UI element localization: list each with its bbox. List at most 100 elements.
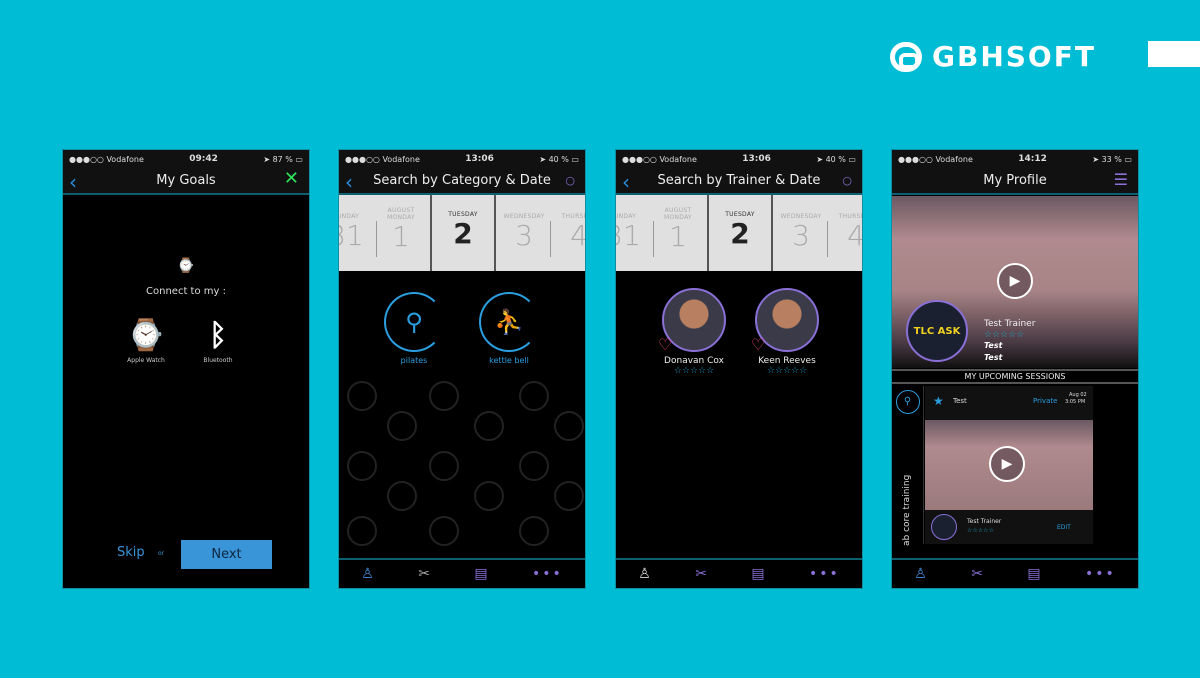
menu-icon[interactable]: ☰ (1114, 170, 1128, 189)
next-button[interactable]: Next (181, 540, 272, 569)
date-thursday[interactable]: THURSDAY4 (559, 213, 585, 271)
page-title: My Profile (983, 173, 1047, 188)
connect-label: Connect to my : (146, 286, 226, 297)
decorative-bar (1148, 41, 1200, 67)
trainer-icon[interactable]: ♙ (361, 566, 374, 582)
background-pattern (339, 271, 585, 558)
carrier: ●●●○○ Vodafone (622, 154, 697, 164)
logo-mark-icon (890, 41, 922, 72)
category-pilates[interactable]: ⚲ pilates (384, 292, 444, 365)
category-label: kettle bell (489, 356, 529, 365)
status-bar: ●●●○○ Vodafone 13:06 ➤ 40 % ▭ (616, 150, 862, 168)
gbhsoft-logo: GBHSOFT (890, 40, 1096, 73)
nav-bar: My Profile ☰ (892, 168, 1138, 195)
clock: 13:06 (742, 154, 771, 164)
skip-link[interactable]: Skip (117, 545, 145, 560)
trainer-card[interactable]: ♡ Donavan Cox ☆☆☆☆☆ (654, 288, 734, 376)
rating-stars: ☆☆☆☆☆ (673, 366, 715, 376)
status-bar: ●●●○○ Vodafone 13:06 ➤ 40 % ▭ (339, 150, 585, 168)
screen-my-goals: ●●●○○ Vodafone 09:42 ➤ 87 % ▭ ‹ My Goals… (62, 149, 310, 589)
star-icon[interactable]: ★ (933, 394, 944, 408)
trainer-icon[interactable]: ♙ (638, 566, 651, 582)
trainer-card[interactable]: ♡ Keen Reeves ☆☆☆☆☆ (747, 288, 827, 376)
kettle-bell-icon: ⛹ (479, 292, 539, 352)
upcoming-sessions-header: MY UPCOMING SESSIONS (892, 369, 1138, 384)
back-chevron-icon[interactable]: ‹ (345, 170, 353, 194)
back-chevron-icon[interactable]: ‹ (69, 170, 77, 194)
page-title: My Goals (156, 173, 216, 188)
watch-icon: ⌚ (177, 258, 195, 274)
option-label: Bluetooth (203, 357, 233, 364)
nav-bar: ‹ Search by Category & Date ○ (339, 168, 585, 195)
category-label: pilates (400, 356, 428, 365)
categories-icon[interactable]: ✂ (418, 566, 430, 582)
date-tuesday-selected[interactable]: TUESDAY 2 (709, 211, 771, 271)
search-icon[interactable]: ○ (565, 174, 575, 187)
date-monday[interactable]: AUGUST MONDAY 1 (658, 207, 698, 271)
clock: 14:12 (1018, 154, 1047, 164)
more-icon[interactable]: ••• (532, 566, 563, 582)
carrier: ●●●○○ Vodafone (898, 154, 973, 164)
page-title: Search by Trainer & Date (657, 173, 821, 188)
session-title: Test (953, 397, 967, 405)
play-icon[interactable]: ▶ (997, 263, 1033, 299)
edit-button[interactable]: EDIT (1057, 524, 1071, 531)
tab-bar: ♙ ✂ ▤ ••• (892, 558, 1138, 588)
or-label: or (158, 550, 165, 557)
date-monday[interactable]: AUGUST MONDAY 1 (381, 207, 421, 271)
calendar-icon[interactable]: ▤ (1027, 566, 1040, 582)
option-label: Apple Watch (127, 357, 165, 364)
date-picker: SUNDAY31 AUGUSTMONDAY1 TUESDAY2 WEDNESDA… (339, 195, 585, 271)
category-kettle-bell[interactable]: ⛹ kettle bell (479, 292, 539, 365)
profile-name: Test Trainer (984, 319, 1036, 329)
trainer-icon[interactable]: ♙ (914, 566, 927, 582)
nav-bar: ‹ My Goals ✕ (63, 168, 309, 195)
bluetooth-option[interactable]: ᛒ Bluetooth (193, 318, 243, 364)
date-sunday[interactable]: SUNDAY31 (616, 213, 648, 271)
rating-stars: ☆☆☆☆☆ (766, 366, 808, 376)
session-date: Aug 02 (1069, 392, 1087, 398)
clock: 09:42 (189, 154, 218, 164)
profile-line-1: Test (984, 341, 1003, 350)
search-icon[interactable]: ○ (842, 174, 852, 187)
apple-watch-icon: ⌚ (127, 318, 165, 353)
play-icon[interactable]: ▶ (989, 446, 1025, 482)
date-wednesday[interactable]: WEDNESDAY 3 (776, 213, 826, 271)
trainer-name: Donavan Cox (664, 356, 724, 366)
session-video[interactable]: ▶ (925, 420, 1093, 510)
categories-icon[interactable]: ✂ (971, 566, 983, 582)
tab-bar: ♙ ✂ ▤ ••• (616, 558, 862, 588)
trainer-avatar: ♡ (751, 288, 819, 354)
trainer-name: Keen Reeves (758, 356, 816, 366)
profile-video[interactable]: ▶ TLC ASK Test Trainer ☆☆☆☆☆ Test Test (892, 196, 1138, 368)
categories-icon[interactable]: ✂ (695, 566, 707, 582)
more-icon[interactable]: ••• (1085, 566, 1116, 582)
calendar-icon[interactable]: ▤ (751, 566, 764, 582)
close-icon[interactable]: ✕ (284, 168, 299, 189)
category-icon: ⚲ (895, 390, 920, 414)
session-time: 3:05 PM (1065, 399, 1086, 405)
back-chevron-icon[interactable]: ‹ (622, 170, 630, 194)
trainer-avatar (931, 514, 957, 540)
date-wednesday[interactable]: WEDNESDAY 3 (499, 213, 549, 271)
brand-name: GBHSOFT (932, 40, 1096, 73)
battery: ➤ 87 % ▭ (263, 154, 303, 164)
date-picker: SUNDAY31 AUGUSTMONDAY1 TUESDAY2 WEDNESDA… (616, 195, 862, 271)
session-category-column: ⚲ ab core training (892, 386, 924, 546)
trainer-avatar: ♡ (658, 288, 726, 354)
heart-icon[interactable]: ♡ (751, 335, 765, 354)
date-tuesday-selected[interactable]: TUESDAY 2 (432, 211, 494, 271)
carrier: ●●●○○ Vodafone (69, 154, 144, 164)
calendar-icon[interactable]: ▤ (474, 566, 487, 582)
date-sunday[interactable]: SUNDAY31 (339, 213, 371, 271)
heart-icon[interactable]: ♡ (658, 335, 672, 354)
more-icon[interactable]: ••• (809, 566, 840, 582)
bluetooth-icon: ᛒ (209, 318, 227, 353)
session-card[interactable]: ★ Test Private Aug 02 3:05 PM ▶ Test Tra… (925, 386, 1093, 544)
date-thursday[interactable]: THURSDAY4 (836, 213, 862, 271)
profile-rating: ☆☆☆☆☆ (984, 330, 1025, 340)
nav-bar: ‹ Search by Trainer & Date ○ (616, 168, 862, 195)
apple-watch-option[interactable]: ⌚ Apple Watch (121, 318, 171, 364)
screen-search-trainer: ●●●○○ Vodafone 13:06 ➤ 40 % ▭ ‹ Search b… (615, 149, 863, 589)
battery: ➤ 40 % ▭ (539, 154, 579, 164)
